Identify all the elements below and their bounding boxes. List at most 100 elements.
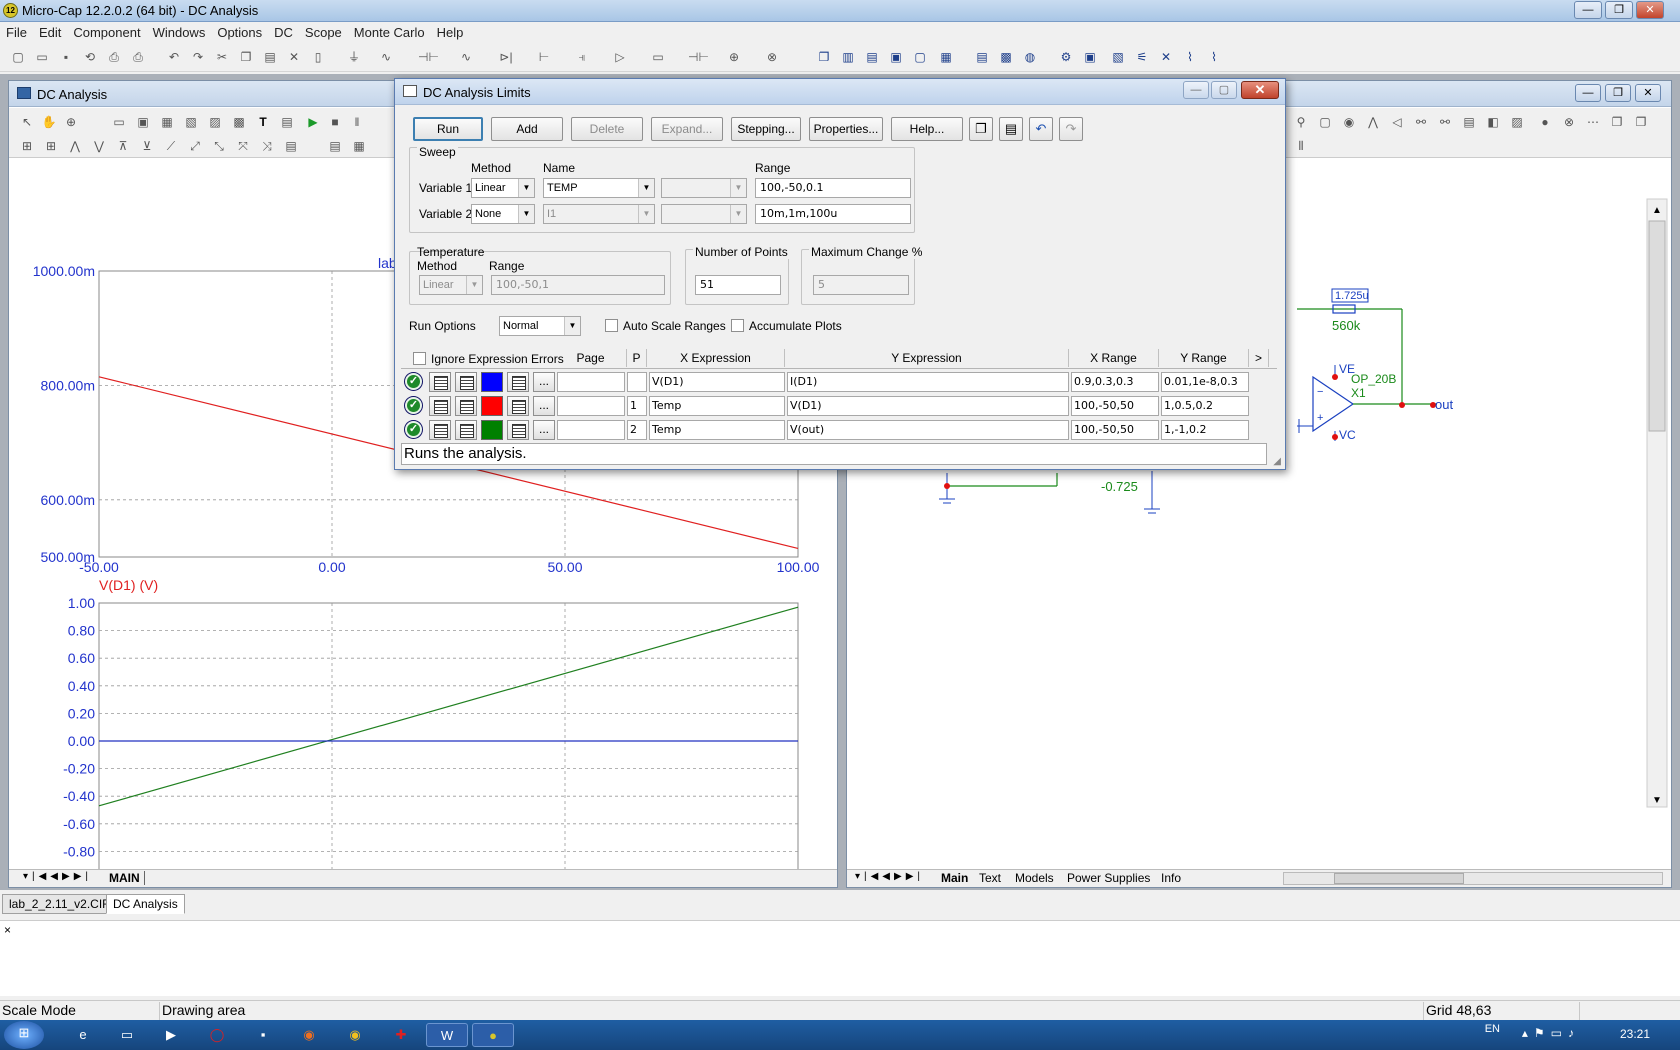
paste-from-clipboard-icon[interactable]: ▤ — [999, 117, 1023, 141]
copy-to-clipboard-icon[interactable]: ❐ — [969, 117, 993, 141]
delete-button[interactable]: Delete — [571, 117, 643, 141]
row1-y-range-input[interactable]: 0.01,1e-8,0.3 — [1161, 372, 1249, 392]
tool-app-icon[interactable]: ✚ — [380, 1023, 422, 1047]
ground-tool-icon[interactable]: ⏚ — [346, 49, 362, 65]
language-indicator[interactable]: EN — [1485, 1023, 1500, 1035]
row3-more-button[interactable]: ... — [533, 420, 555, 440]
variable1-name-select[interactable]: TEMP ▼ — [543, 178, 655, 198]
variable2-range-input[interactable]: 10m,1m,100u — [755, 204, 911, 224]
pause-icon[interactable]: ‖ — [349, 114, 365, 130]
bottom-plot-series-0[interactable] — [98, 606, 799, 807]
menu-edit[interactable]: Edit — [39, 25, 61, 40]
dialog-minimize-button[interactable]: — — [1183, 81, 1209, 99]
global-high-icon[interactable]: ⤡ — [211, 138, 227, 154]
revert-icon[interactable]: ⟲ — [82, 49, 98, 65]
delete-icon[interactable]: ✕ — [286, 49, 302, 65]
schematic-horizontal-scrollbar[interactable] — [1283, 872, 1663, 885]
accumulate-plots-checkbox[interactable] — [731, 319, 744, 332]
scope-icon[interactable]: ⚟ — [1134, 49, 1150, 65]
cursor-icon[interactable]: ⊞ — [19, 138, 35, 154]
properties-icon[interactable]: ▣ — [1082, 49, 1098, 65]
run-button[interactable]: Run — [413, 117, 483, 141]
row1-color-swatch[interactable] — [481, 372, 503, 392]
row2-table-icon[interactable] — [507, 396, 529, 416]
high-icon[interactable]: ⊼ — [115, 138, 131, 154]
vsource-tool-icon[interactable]: ⊕ — [726, 49, 742, 65]
variable2-method-select[interactable]: None ▼ — [471, 204, 535, 224]
tab-models[interactable]: Models — [1015, 871, 1054, 885]
row2-p-input[interactable]: 1 — [627, 396, 647, 416]
tab-scroll-arrows-icon[interactable]: ▾|◀◀▶▶| — [23, 871, 92, 882]
microcap-taskbar-icon[interactable]: ● — [472, 1023, 514, 1047]
tray-icons[interactable]: ▴⚑▭♪ — [1522, 1026, 1580, 1040]
globe-icon[interactable]: ◍ — [1022, 49, 1038, 65]
tools-icon[interactable]: ✕ — [1158, 49, 1174, 65]
new-file-icon[interactable]: ▢ — [10, 49, 26, 65]
redo-dialog-icon[interactable]: ↷ — [1059, 117, 1083, 141]
inductor-tool-icon[interactable]: ∿ — [458, 49, 474, 65]
row1-enabled-icon[interactable]: ✓ — [405, 373, 422, 390]
expand-button[interactable]: Expand... — [651, 117, 723, 141]
undo-icon[interactable]: ↶ — [166, 49, 182, 65]
isource-tool-icon[interactable]: ⊗ — [764, 49, 780, 65]
opera-icon[interactable]: ◯ — [196, 1023, 238, 1047]
help-button[interactable]: Help... — [891, 117, 963, 141]
graph2-icon[interactable]: ▩ — [231, 114, 247, 130]
firefox-icon[interactable]: ◉ — [288, 1023, 330, 1047]
dialog-maximize-button[interactable]: ▢ — [1211, 81, 1237, 99]
low-icon[interactable]: ⊻ — [139, 138, 155, 154]
cursor2-icon[interactable]: ⊞ — [43, 138, 59, 154]
fet-tool-icon[interactable]: ⫣ — [574, 49, 590, 65]
row1-x-expression-input[interactable]: V(D1) — [649, 372, 785, 392]
window2-icon[interactable]: ▢ — [912, 49, 928, 65]
tab-schematic-main[interactable]: Main — [941, 871, 968, 885]
peak-icon[interactable]: ⋀ — [67, 138, 83, 154]
menu-help[interactable]: Help — [437, 25, 464, 40]
save-app-icon[interactable]: ▪ — [242, 1023, 284, 1047]
row3-x-range-input[interactable]: 100,-50,50 — [1071, 420, 1159, 440]
row2-enabled-icon[interactable]: ✓ — [405, 397, 422, 414]
schematic-tab-scroll-arrows-icon[interactable]: ▾|◀◀▶▶| — [855, 871, 924, 882]
clipboard-icon[interactable]: ▤ — [283, 138, 299, 154]
menu-dc[interactable]: DC — [274, 25, 293, 40]
battery-tool-icon[interactable]: ⊣⊢ — [688, 49, 709, 65]
open-file-icon[interactable]: ▭ — [34, 49, 50, 65]
row1-more-button[interactable]: ... — [533, 372, 555, 392]
minimize-button[interactable]: — — [1574, 1, 1602, 19]
slope-icon[interactable]: ⟋ — [163, 138, 179, 154]
redo-icon[interactable]: ↷ — [190, 49, 206, 65]
cut-icon[interactable]: ✂ — [214, 49, 230, 65]
menu-monte-carlo[interactable]: Monte Carlo — [354, 25, 425, 40]
row2-color-swatch[interactable] — [481, 396, 503, 416]
library-icon[interactable]: ▩ — [998, 49, 1014, 65]
tile-horizontal-icon[interactable]: ▤ — [864, 49, 880, 65]
add-button[interactable]: Add — [491, 117, 563, 141]
row1-page-input[interactable] — [557, 372, 625, 392]
list-icon[interactable]: ▤ — [327, 138, 343, 154]
variable1-extra-select[interactable]: ▼ — [661, 178, 747, 198]
menu-file[interactable]: File — [6, 25, 27, 40]
print-preview-icon[interactable]: ⎙ — [106, 49, 122, 65]
properties-button[interactable]: Properties... — [809, 117, 883, 141]
zoom-icon[interactable]: ⊕ — [63, 114, 79, 130]
row1-y-expression-input[interactable]: I(D1) — [787, 372, 1069, 392]
tab-info[interactable]: Info — [1161, 871, 1181, 885]
fit-icon[interactable]: ▧ — [183, 114, 199, 130]
ignore-errors-checkbox[interactable] — [413, 352, 426, 365]
variable2-extra-select[interactable]: ▼ — [661, 204, 747, 224]
row2-y-range-input[interactable]: 1,0.5,0.2 — [1161, 396, 1249, 416]
tile-vertical-icon[interactable]: ▥ — [840, 49, 856, 65]
row2-x-expression-input[interactable]: Temp — [649, 396, 785, 416]
capacitor-tool-icon[interactable]: ⊣⊢ — [418, 49, 439, 65]
row3-p-input[interactable]: 2 — [627, 420, 647, 440]
schematic-vertical-scrollbar[interactable] — [1648, 220, 1666, 432]
more-columns-button[interactable]: > — [1249, 349, 1269, 367]
temperature-range-input[interactable]: 100,-50,1 — [491, 275, 665, 295]
row3-x-expression-input[interactable]: Temp — [649, 420, 785, 440]
clear-icon[interactable]: ▯ — [310, 49, 326, 65]
menu-windows[interactable]: Windows — [153, 25, 206, 40]
inflection-icon[interactable]: ⤢ — [187, 138, 203, 154]
variable2-name-select[interactable]: I1 ▼ — [543, 204, 655, 224]
row2-y-expression-input[interactable]: V(D1) — [787, 396, 1069, 416]
graph-icon[interactable]: ▨ — [207, 114, 223, 130]
